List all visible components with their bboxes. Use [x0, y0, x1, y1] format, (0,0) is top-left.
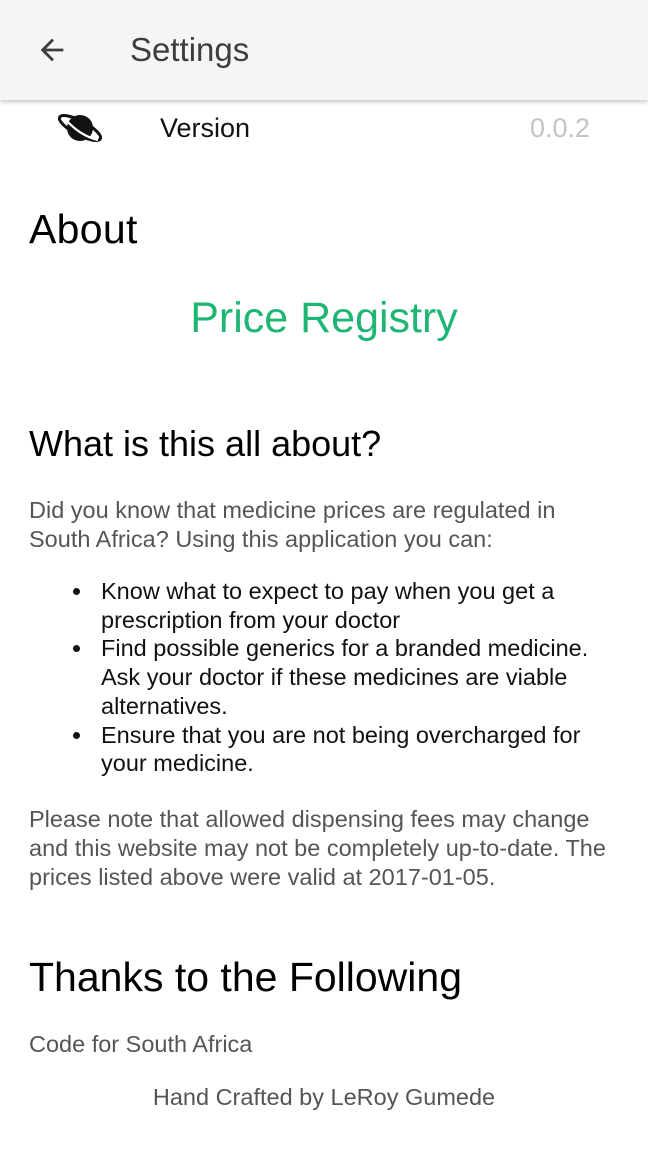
note-paragraph: Please note that allowed dispensing fees… — [29, 806, 606, 890]
version-label: Version — [160, 113, 251, 143]
page-title: Settings — [130, 31, 250, 68]
app-bar: Settings — [0, 0, 648, 100]
what-heading: What is this all about? — [29, 423, 382, 464]
bullet-icon — [73, 645, 80, 653]
intro-paragraph: Did you know that medicine prices are re… — [29, 497, 556, 552]
feature-list: Know what to expect to pay when you get … — [0, 577, 648, 778]
bullet-icon — [73, 588, 80, 595]
settings-content[interactable]: Version 0.0.2 About Price Registry What … — [0, 100, 648, 1152]
footer-text: Hand Crafted by LeRoy Gumede — [152, 1084, 496, 1110]
list-item: Know what to expect to pay when you get … — [0, 577, 648, 634]
list-item-text: Know what to expect to pay when you get … — [101, 578, 555, 633]
arrow-back-icon — [40, 38, 64, 62]
list-item: Find possible generics for a branded med… — [0, 634, 648, 720]
planet-icon — [57, 114, 103, 142]
bullet-icon — [73, 731, 80, 739]
version-row[interactable]: Version 0.0.2 — [0, 100, 648, 160]
version-value: 0.0.2 — [529, 113, 590, 143]
list-item-text: Find possible generics for a branded med… — [101, 635, 589, 719]
about-heading: About — [29, 206, 138, 252]
thanks-heading: Thanks to the Following — [29, 954, 463, 1000]
list-item: Ensure that you are not being overcharge… — [0, 721, 648, 778]
list-item-text: Ensure that you are not being overcharge… — [101, 721, 581, 777]
app-name: Price Registry — [190, 294, 458, 342]
back-button[interactable] — [28, 26, 76, 74]
credit-item: Code for South Africa — [29, 1031, 253, 1057]
